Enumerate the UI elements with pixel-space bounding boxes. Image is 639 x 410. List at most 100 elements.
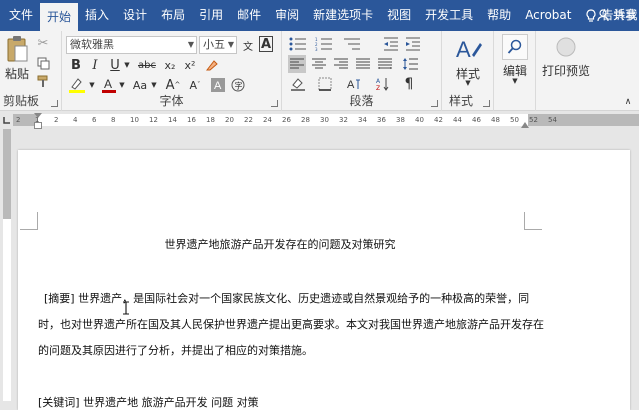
tab-design[interactable]: 设计: [116, 0, 154, 31]
vertical-ruler[interactable]: [0, 129, 13, 401]
tab-view[interactable]: 视图: [380, 0, 418, 31]
underline-dropdown-icon[interactable]: ▼: [123, 59, 131, 71]
sort-icon[interactable]: AZ: [374, 75, 392, 93]
doc-line-2[interactable]: 时，也对世界遗产所在国及其人民保护世界遗产提出更高要求。本文对我国世界遗产地旅游…: [38, 316, 544, 332]
lightbulb-icon: [586, 8, 597, 22]
print-preview-icon[interactable]: [553, 34, 579, 60]
styles-dropdown-icon[interactable]: ▼: [464, 79, 472, 87]
svg-text:字: 字: [235, 81, 243, 91]
copy-icon[interactable]: [35, 55, 51, 71]
styles-launcher-icon[interactable]: [483, 100, 490, 107]
paragraph-launcher-icon[interactable]: [431, 100, 438, 107]
tab-developer[interactable]: 开发工具: [418, 0, 480, 31]
format-painter-icon[interactable]: [35, 73, 51, 89]
distributed-icon[interactable]: [376, 55, 394, 73]
ruler-number: 34: [358, 116, 367, 124]
crop-mark-top-right: [524, 212, 542, 230]
styles-icon[interactable]: A: [453, 34, 483, 64]
align-center-icon[interactable]: [310, 55, 328, 73]
align-right-icon[interactable]: [332, 55, 350, 73]
doc-line-4[interactable]: [关键词] 世界遗产地 旅游产品开发 问题 对策: [38, 394, 259, 410]
ruler-number: 14: [168, 116, 177, 124]
justify-icon[interactable]: [354, 55, 372, 73]
svg-text:3: 3: [315, 47, 318, 51]
ruler-number: 44: [453, 116, 462, 124]
tab-layout[interactable]: 布局: [154, 0, 192, 31]
tab-home[interactable]: 开始: [40, 3, 79, 31]
font-name-combo[interactable]: 微软雅黑 ▼: [66, 36, 197, 54]
font-size-combo[interactable]: 小五 ▼: [199, 36, 237, 54]
ruler-number: 30: [320, 116, 329, 124]
multilevel-list-icon[interactable]: [342, 35, 362, 53]
paste-label: 粘贴: [4, 67, 29, 81]
decrease-indent-icon[interactable]: [382, 35, 400, 53]
superscript-button[interactable]: x²: [182, 56, 198, 74]
grow-font-glyph: A: [165, 77, 175, 93]
ruler-number: 42: [434, 116, 443, 124]
borders-icon[interactable]: [316, 75, 334, 93]
first-line-indent-marker[interactable]: [34, 113, 42, 118]
tab-help[interactable]: 帮助: [480, 0, 518, 31]
phonetic-guide-button[interactable]: 文: [240, 36, 256, 54]
tab-insert[interactable]: 插入: [78, 0, 116, 31]
ruler-number: 2: [16, 116, 21, 124]
paragraph-group: 123 A A Z ¶ 段落: [282, 31, 442, 111]
subscript-button[interactable]: x₂: [162, 56, 178, 74]
align-left-icon[interactable]: [288, 55, 306, 73]
asian-layout-icon[interactable]: A: [344, 75, 364, 93]
italic-button[interactable]: I: [87, 56, 103, 74]
shading-icon[interactable]: [288, 75, 308, 93]
document-title[interactable]: 世界遗产地旅游产品开发存在的问题及对策研究: [18, 236, 542, 252]
strikethrough-button[interactable]: abc: [136, 56, 158, 74]
cut-icon[interactable]: ✂: [35, 35, 51, 51]
change-case-dropdown-icon[interactable]: ▼: [150, 79, 158, 91]
search-icon[interactable]: [502, 34, 528, 60]
tab-selector-icon[interactable]: [0, 111, 13, 129]
text-effects-icon[interactable]: [204, 56, 220, 74]
print-preview-label[interactable]: 打印预览: [536, 62, 596, 79]
increase-indent-icon[interactable]: [404, 35, 422, 53]
editing-group: 编辑 ▼: [494, 31, 536, 111]
font-color-dropdown-icon[interactable]: ▼: [118, 79, 126, 91]
char-border-button[interactable]: A: [259, 36, 273, 52]
underline-button[interactable]: U: [107, 56, 123, 74]
bullets-icon[interactable]: [288, 35, 308, 53]
ruler-right-margin: [528, 114, 639, 126]
clipboard-launcher-icon[interactable]: [51, 100, 58, 107]
font-launcher-icon[interactable]: [271, 100, 278, 107]
ruler-number: 16: [187, 116, 196, 124]
right-indent-marker[interactable]: [521, 122, 529, 128]
svg-text:A: A: [376, 78, 381, 85]
tab-new-tab[interactable]: 新建选项卡: [306, 0, 380, 31]
left-indent-marker[interactable]: [34, 122, 42, 129]
doc-line-1[interactable]: [摘要] 世界遗产，是国际社会对一个国家民族文化、历史遗迹或自然景观给予的一种极…: [44, 290, 529, 306]
ruler-number: 32: [339, 116, 348, 124]
tab-mailings[interactable]: 邮件: [230, 0, 268, 31]
share-button[interactable]: 共享: [597, 0, 639, 31]
numbering-icon[interactable]: 123: [314, 35, 334, 53]
clipboard-icon: [7, 36, 28, 62]
paste-button[interactable]: [4, 34, 30, 64]
ruler-number: 12: [149, 116, 158, 124]
ruler-number: 4: [73, 116, 78, 124]
svg-text:Z: Z: [376, 85, 380, 91]
highlight-dropdown-icon[interactable]: ▼: [88, 79, 96, 91]
svg-text:A: A: [104, 77, 112, 91]
chevron-down-icon: ▼: [227, 40, 234, 49]
share-label: 共享: [612, 8, 637, 22]
bold-button[interactable]: B: [68, 56, 84, 74]
editing-dropdown-icon[interactable]: ▼: [511, 77, 519, 85]
show-marks-icon[interactable]: ¶: [400, 75, 418, 93]
tab-references[interactable]: 引用: [192, 0, 230, 31]
tab-acrobat[interactable]: Acrobat: [518, 0, 578, 31]
tab-file[interactable]: 文件: [0, 0, 40, 31]
collapse-ribbon-icon[interactable]: ∧: [622, 97, 634, 107]
horizontal-ruler[interactable]: 2 1 2 4 6 8 10 12 14 16 18 20 22 24 26 28 30 32 34 36 38 40 42…: [0, 111, 639, 129]
svg-text:A: A: [456, 37, 471, 62]
ruler-number: 48: [491, 116, 500, 124]
doc-line-3[interactable]: 的问题及其原因进行了分析，并提出了相应的对策措施。: [38, 342, 313, 358]
line-spacing-icon[interactable]: [400, 55, 420, 73]
document-page[interactable]: 世界遗产地旅游产品开发存在的问题及对策研究 [摘要] 世界遗产，是国际社会对一个…: [18, 150, 630, 410]
crop-mark-top-left: [20, 212, 38, 230]
tab-review[interactable]: 审阅: [268, 0, 306, 31]
